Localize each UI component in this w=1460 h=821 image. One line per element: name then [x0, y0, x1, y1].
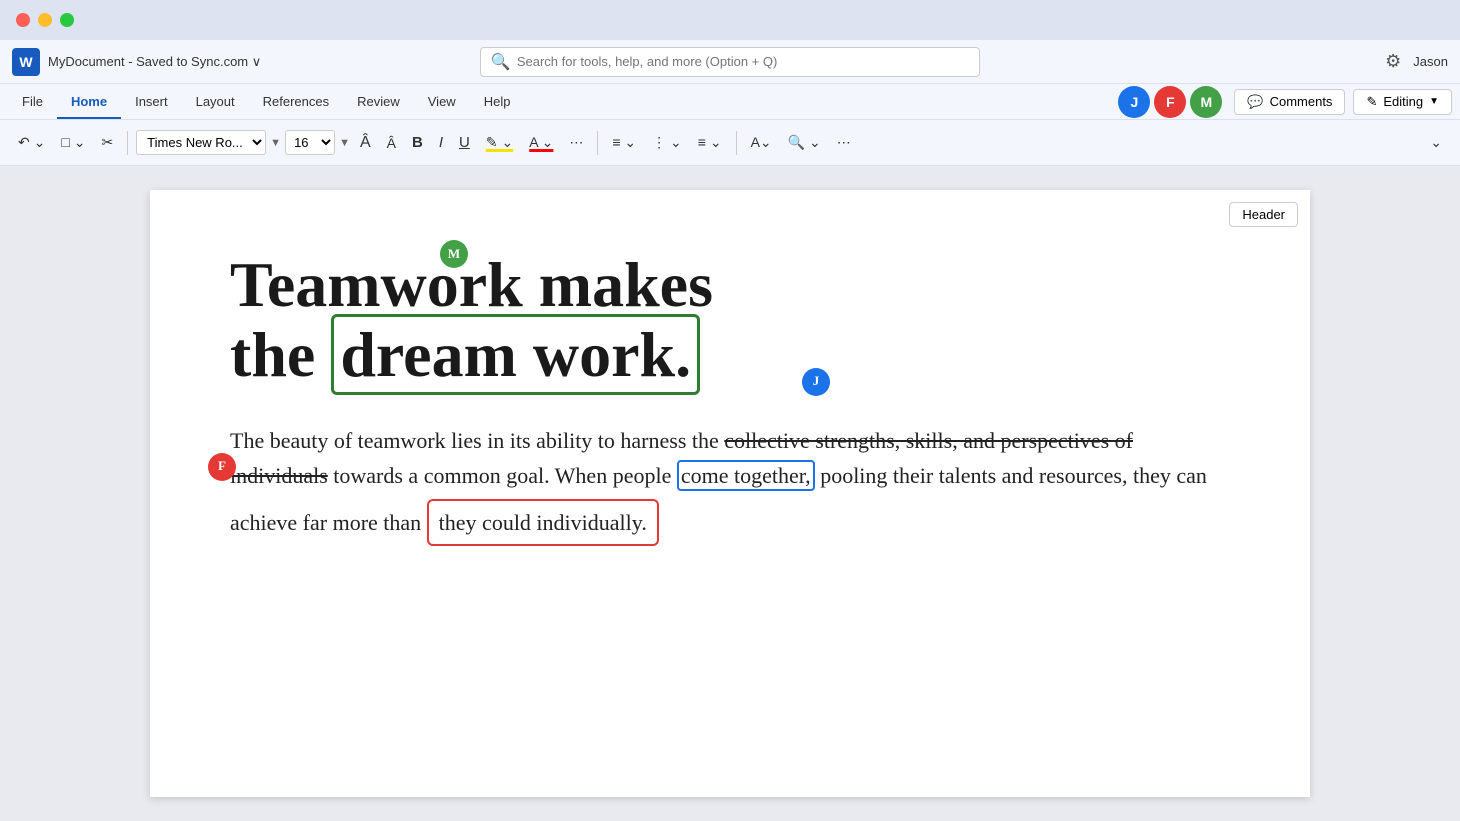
comment-icon: 💬 — [1247, 94, 1263, 110]
find-button[interactable]: 🔍 ⌄ — [782, 130, 827, 155]
header-button[interactable]: Header — [1229, 202, 1298, 227]
font-dropdown-icon: ▼ — [270, 137, 281, 149]
redo-button[interactable]: □ ⌄ — [55, 130, 91, 155]
font-size-select[interactable]: 16 — [285, 130, 335, 155]
avatar-m-cursor: M — [440, 240, 468, 268]
blue-selection-box: come together, — [677, 460, 815, 491]
editing-button[interactable]: ✎ Editing ▼ — [1353, 89, 1452, 115]
main-area: Header M Teamwork makes the dream work. … — [0, 166, 1460, 821]
title-line1: Teamwork makes — [230, 249, 713, 320]
font-family-select[interactable]: Times New Ro... — [136, 130, 266, 155]
document-title[interactable]: MyDocument - Saved to Sync.com ∨ — [48, 54, 261, 70]
tab-help[interactable]: Help — [470, 84, 525, 119]
settings-icon[interactable]: ⚙ — [1385, 51, 1401, 72]
collapse-ribbon-button[interactable]: ⌄ — [1424, 130, 1448, 155]
avatar-j-cursor: J — [802, 368, 830, 396]
close-button[interactable] — [16, 13, 30, 27]
user-name: Jason — [1413, 54, 1448, 69]
indent-button[interactable]: ≡ ⌄ — [692, 130, 728, 155]
avatar-f: F — [1154, 86, 1186, 118]
numbering-button[interactable]: ⋮ ⌄ — [646, 130, 688, 155]
format-painter-button[interactable]: ✂ — [95, 130, 119, 155]
document-heading: M Teamwork makes the dream work. — [230, 250, 1230, 391]
avatar-j: J — [1118, 86, 1150, 118]
cursor-j: J — [802, 368, 830, 396]
ribbon-tabs: File Home Insert Layout References Revie… — [0, 84, 1460, 120]
toolbar-separator-1 — [127, 131, 128, 155]
bold-button[interactable]: B — [406, 130, 429, 155]
pencil-icon: ✎ — [1366, 94, 1377, 110]
font-size-dropdown-icon: ▼ — [339, 137, 350, 149]
italic-button[interactable]: I — [433, 130, 449, 155]
bullets-button[interactable]: ≡ ⌄ — [606, 130, 642, 155]
tab-insert[interactable]: Insert — [121, 84, 182, 119]
menu-right: ⚙ Jason — [1385, 51, 1448, 72]
tab-home[interactable]: Home — [57, 84, 121, 119]
title-highlight-box: dream work. — [331, 314, 700, 395]
tab-layout[interactable]: Layout — [182, 84, 249, 119]
word-icon: W — [12, 48, 40, 76]
title-bar — [0, 0, 1460, 40]
avatar-m: M — [1190, 86, 1222, 118]
highlight-button[interactable]: ✎ ⌄ — [480, 130, 519, 155]
menu-bar: W MyDocument - Saved to Sync.com ∨ 🔍 ⚙ J… — [0, 40, 1460, 84]
search-icon: 🔍 — [491, 52, 511, 72]
font-grow-button[interactable]: Â — [354, 130, 377, 156]
cursor-f: F — [208, 453, 236, 481]
toolbar-separator-3 — [736, 131, 737, 155]
tab-review[interactable]: Review — [343, 84, 414, 119]
title-line2-prefix: the — [230, 319, 331, 390]
document[interactable]: Header M Teamwork makes the dream work. … — [150, 190, 1310, 797]
more-toolbar-button[interactable]: ⋯ — [831, 130, 857, 155]
document-body[interactable]: J F The beauty of teamwork lies in its a… — [230, 423, 1230, 547]
tab-file[interactable]: File — [8, 84, 57, 119]
comments-button[interactable]: 💬 Comments — [1234, 89, 1345, 115]
toolbar-separator-2 — [597, 131, 598, 155]
chevron-down-icon: ▼ — [1429, 96, 1439, 107]
document-content: M Teamwork makes the dream work. J F — [230, 250, 1230, 546]
font-shrink-button[interactable]: Â — [381, 131, 402, 155]
more-formatting-button[interactable]: ⋯ — [563, 130, 589, 155]
maximize-button[interactable] — [60, 13, 74, 27]
underline-button[interactable]: U — [453, 130, 476, 155]
cursor-m: M — [440, 240, 468, 268]
minimize-button[interactable] — [38, 13, 52, 27]
font-color-button[interactable]: A ⌄ — [523, 130, 559, 155]
collaborator-avatars: J F M — [1118, 86, 1222, 118]
search-input[interactable] — [517, 54, 969, 69]
tab-view[interactable]: View — [414, 84, 470, 119]
styles-button[interactable]: A⌄ — [745, 130, 778, 155]
search-bar[interactable]: 🔍 — [480, 47, 980, 77]
undo-button[interactable]: ↶ ⌄ — [12, 130, 51, 155]
toolbar: ↶ ⌄ □ ⌄ ✂ Times New Ro... ▼ 16 ▼ Â Â B… — [0, 120, 1460, 166]
avatar-f-cursor: F — [208, 453, 236, 481]
red-selection-box: they could individually. — [427, 499, 659, 546]
tab-references[interactable]: References — [249, 84, 343, 119]
